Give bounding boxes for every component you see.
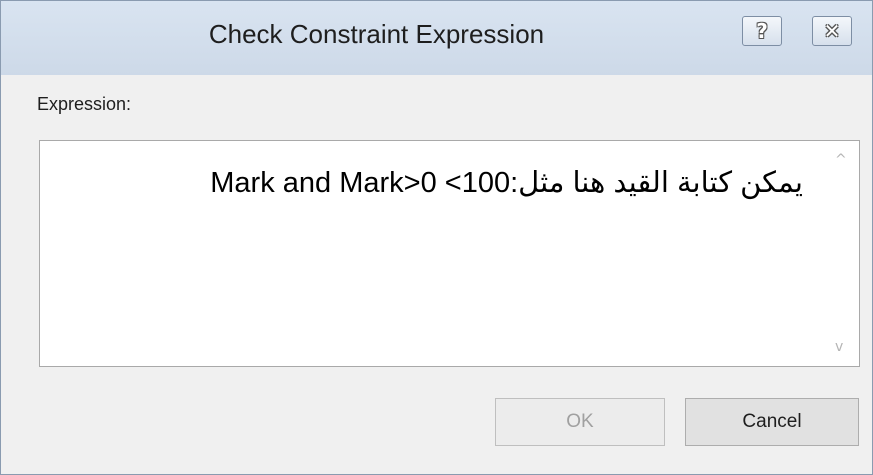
ok-button[interactable]: OK: [495, 398, 665, 446]
vertical-scrollbar[interactable]: ^ v: [825, 141, 859, 366]
title-bar[interactable]: Check Constraint Expression ? ✕: [1, 1, 872, 75]
close-icon: ✕: [823, 19, 841, 43]
scroll-down-icon[interactable]: v: [835, 340, 849, 354]
cancel-button[interactable]: Cancel: [685, 398, 859, 446]
scroll-up-icon[interactable]: ^: [835, 153, 849, 167]
close-button[interactable]: ✕: [812, 16, 852, 46]
expression-text[interactable]: يمكن كتابة القيد هنا مثل:100> Mark and M…: [40, 165, 817, 200]
help-button[interactable]: ?: [742, 16, 782, 46]
help-icon: ?: [756, 19, 768, 43]
expression-textarea[interactable]: يمكن كتابة القيد هنا مثل:100> Mark and M…: [39, 140, 860, 367]
expression-label: Expression:: [37, 94, 132, 114]
dialog-body: Expression: يمكن كتابة القيد هنا مثل:100…: [1, 75, 872, 474]
check-constraint-dialog: Check Constraint Expression ? ✕ Expressi…: [0, 0, 873, 475]
